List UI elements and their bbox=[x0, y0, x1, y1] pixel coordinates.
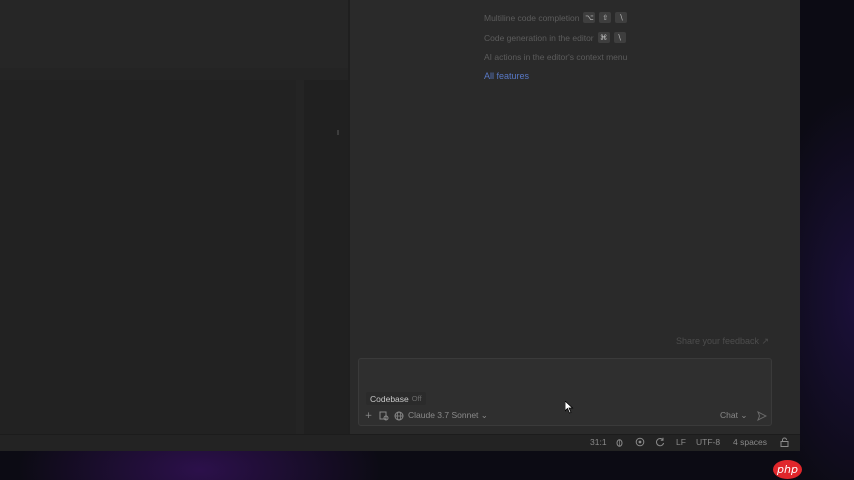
line-ending[interactable]: LF bbox=[676, 436, 686, 447]
plus-icon: + bbox=[364, 410, 373, 421]
ai-assistant-icon bbox=[634, 436, 645, 447]
model-selector[interactable]: Claude 3.7 Sonnet ⌄ bbox=[408, 409, 488, 422]
chip-state: Off bbox=[411, 394, 422, 403]
all-features-link[interactable]: All features bbox=[484, 71, 529, 81]
editor-gutter bbox=[304, 80, 348, 434]
read-only-toggle[interactable] bbox=[779, 436, 790, 447]
send-button[interactable] bbox=[756, 409, 767, 422]
backslash-key: \ bbox=[615, 12, 628, 23]
indent-setting[interactable]: 4 spaces bbox=[733, 436, 767, 447]
feature-multiline-completion: Multiline code completion ⌥ ⇧ \ bbox=[484, 12, 628, 23]
send-icon bbox=[756, 410, 767, 421]
codebase-context-chip[interactable]: Codebase Off bbox=[366, 392, 426, 405]
sync-button[interactable] bbox=[654, 436, 665, 447]
feature-label: AI actions in the editor's context menu bbox=[484, 52, 628, 62]
feature-label: Multiline code completion bbox=[484, 12, 580, 23]
share-feedback-link[interactable]: Share your feedback ↗ bbox=[676, 336, 769, 347]
bug-icon bbox=[614, 436, 625, 447]
php-watermark-logo: php bbox=[773, 460, 802, 479]
add-context-button[interactable]: + bbox=[363, 409, 374, 422]
lock-icon bbox=[779, 436, 790, 447]
debug-button[interactable] bbox=[614, 436, 625, 447]
chip-label: Codebase bbox=[370, 393, 409, 404]
command-key: ⌘ bbox=[597, 32, 610, 43]
sync-icon bbox=[654, 436, 665, 447]
attach-file-icon bbox=[378, 410, 389, 421]
attach-file-button[interactable] bbox=[378, 409, 389, 422]
globe-icon bbox=[393, 410, 404, 421]
editor-tab-area bbox=[0, 0, 348, 68]
feature-ai-actions: AI actions in the editor's context menu bbox=[484, 52, 627, 62]
file-encoding[interactable]: UTF-8 bbox=[696, 436, 720, 447]
feature-label: Code generation in the editor bbox=[484, 32, 594, 43]
backslash-key: \ bbox=[613, 32, 626, 43]
option-key: ⌥ bbox=[583, 12, 596, 23]
watermark-text: php bbox=[777, 463, 798, 476]
ai-assistant-status[interactable] bbox=[634, 436, 645, 447]
editor-pane[interactable] bbox=[0, 80, 296, 434]
scroll-marker bbox=[337, 130, 339, 135]
shift-key: ⇧ bbox=[599, 12, 612, 23]
cursor-position[interactable]: 31:1 bbox=[590, 436, 607, 447]
chat-mode-selector[interactable]: Chat ⌄ bbox=[720, 409, 747, 422]
web-search-button[interactable] bbox=[393, 409, 404, 422]
feature-code-generation: Code generation in the editor ⌘ \ bbox=[484, 32, 626, 43]
